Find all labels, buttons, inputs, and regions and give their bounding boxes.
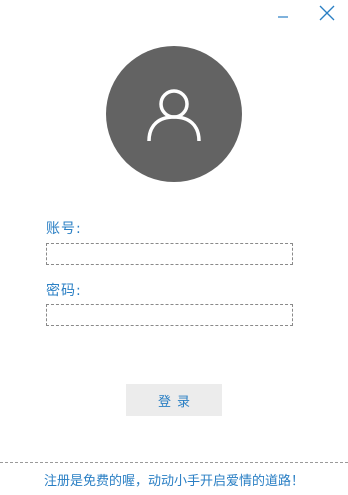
minimize-icon (278, 16, 288, 18)
password-label: 密码: (46, 283, 82, 299)
close-icon (319, 5, 335, 21)
register-link[interactable]: 注册是免费的喔，动动小手开启爱情的道路！ (0, 470, 348, 489)
minimize-button[interactable] (272, 2, 294, 24)
user-icon (147, 89, 201, 142)
account-label: 账号: (46, 221, 82, 237)
account-input[interactable] (46, 243, 293, 265)
login-button[interactable]: 登录 (126, 384, 222, 416)
password-input[interactable] (46, 304, 293, 326)
close-button[interactable] (314, 2, 340, 24)
footer-divider (0, 462, 348, 463)
avatar (106, 46, 242, 182)
